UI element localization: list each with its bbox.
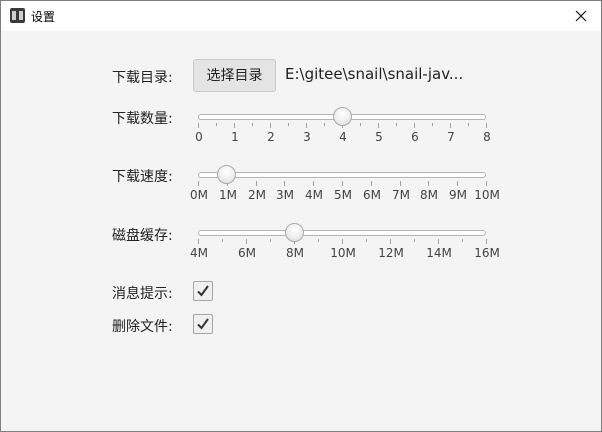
slider-track[interactable] [198, 172, 486, 178]
slider-tick-label: 4M [190, 246, 208, 260]
slider-tick-label: 14M [426, 246, 452, 260]
slider-tick-label: 5M [334, 188, 352, 202]
slider-major-tick [438, 239, 439, 244]
slider-minor-tick [318, 239, 319, 242]
slider-major-tick [371, 181, 372, 186]
slider-minor-tick [366, 239, 367, 242]
slider-major-tick [414, 123, 415, 128]
slider-major-tick [306, 123, 307, 128]
slider-tick-label: 9M [449, 188, 467, 202]
slider-tick-label: 4 [339, 130, 347, 144]
slider-track[interactable] [198, 230, 486, 236]
slider-tick-label: 7M [392, 188, 410, 202]
slider-tick-label: 10M [474, 188, 500, 202]
slider-thumb[interactable] [284, 223, 304, 242]
close-button[interactable] [561, 1, 601, 31]
download-count-slider[interactable]: 0 1 2 3 4 5 6 7 8 [195, 107, 491, 158]
slider-major-tick [256, 181, 257, 186]
slider-minor-tick [360, 123, 361, 126]
disk-cache-label: 磁盘缓存: [112, 228, 173, 244]
slider-tick-label: 3M [276, 188, 294, 202]
slider-major-tick [457, 181, 458, 186]
close-icon [575, 10, 587, 22]
notify-label: 消息提示: [112, 286, 173, 302]
slider-tick-label: 2 [267, 130, 275, 144]
window-title: 设置 [31, 10, 56, 24]
slider-major-tick [234, 123, 235, 128]
check-icon [197, 318, 209, 330]
slider-thumb[interactable] [217, 165, 237, 184]
title-bar: 设置 [1, 1, 601, 31]
slider-major-tick [198, 181, 199, 186]
slider-tick-label: 5 [375, 130, 383, 144]
download-speed-slider[interactable]: 0M 1M 2M 3M 4M 5M 6M 7M 8M 9M 10M [190, 165, 500, 216]
slider-tick-label: 4M [305, 188, 323, 202]
slider-minor-tick [222, 239, 223, 242]
disk-cache-slider[interactable]: 4M 6M 8M 10M 12M 14M 16M [190, 223, 500, 274]
slider-tick-label: 6M [238, 246, 256, 260]
slider-minor-tick [468, 123, 469, 126]
slider-tick-label: 0 [195, 130, 203, 144]
slider-tick-label: 6M [363, 188, 381, 202]
slider-major-tick [342, 181, 343, 186]
slider-minor-tick [270, 239, 271, 242]
slider-major-tick [390, 239, 391, 244]
slider-tick-label: 1 [231, 130, 239, 144]
delete-file-checkbox[interactable] [193, 314, 213, 334]
download-dir-label: 下载目录: [112, 70, 173, 86]
app-icon [10, 8, 25, 23]
download-count-label: 下载数量: [112, 111, 173, 127]
slider-minor-tick [324, 123, 325, 126]
slider-minor-tick [462, 239, 463, 242]
slider-major-tick [400, 181, 401, 186]
slider-major-tick [198, 239, 199, 244]
slider-major-tick [246, 239, 247, 244]
slider-minor-tick [216, 123, 217, 126]
slider-tick-label: 6 [411, 130, 419, 144]
slider-major-tick [342, 239, 343, 244]
slider-tick-label: 3 [303, 130, 311, 144]
download-dir-path: E:\gitee\snail\snail-jav... [285, 65, 464, 83]
check-icon [197, 285, 209, 297]
slider-major-tick [486, 239, 487, 244]
slider-minor-tick [288, 123, 289, 126]
slider-minor-tick [252, 123, 253, 126]
slider-minor-tick [396, 123, 397, 126]
slider-major-tick [270, 123, 271, 128]
choose-directory-button[interactable]: 选择目录 [193, 59, 276, 92]
slider-major-tick [198, 123, 199, 128]
slider-major-tick [450, 123, 451, 128]
slider-major-tick [313, 181, 314, 186]
settings-window: 设置 下载目录: 选择目录 E:\gitee\snail\snail-jav..… [0, 0, 602, 432]
slider-tick-label: 7 [447, 130, 455, 144]
download-speed-label: 下载速度: [112, 169, 173, 185]
slider-major-tick [284, 181, 285, 186]
slider-major-tick [486, 123, 487, 128]
slider-major-tick [486, 181, 487, 186]
slider-tick-label: 1M [219, 188, 237, 202]
slider-tick-label: 12M [378, 246, 404, 260]
slider-tick-label: 8M [420, 188, 438, 202]
slider-major-tick [378, 123, 379, 128]
slider-major-tick [428, 181, 429, 186]
slider-tick-label: 16M [474, 246, 500, 260]
slider-minor-tick [432, 123, 433, 126]
slider-tick-label: 0M [190, 188, 208, 202]
slider-minor-tick [414, 239, 415, 242]
slider-tick-label: 8M [286, 246, 304, 260]
slider-tick-label: 2M [248, 188, 266, 202]
delete-file-label: 删除文件: [112, 319, 173, 335]
slider-thumb[interactable] [332, 107, 352, 126]
notify-checkbox[interactable] [193, 281, 213, 301]
slider-tick-label: 8 [483, 130, 491, 144]
slider-tick-label: 10M [330, 246, 356, 260]
